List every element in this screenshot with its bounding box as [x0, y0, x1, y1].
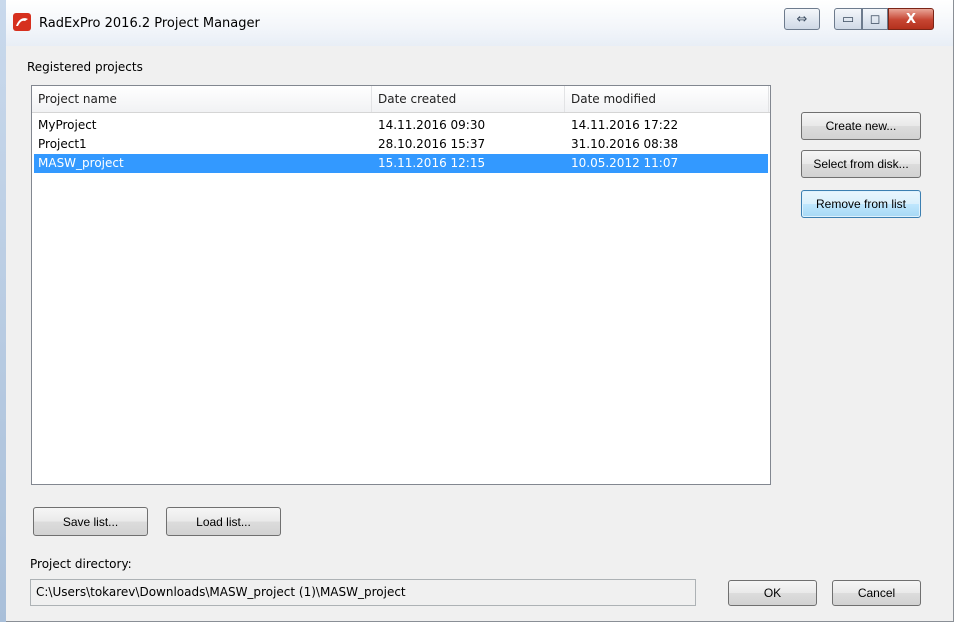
project-name-cell: Project1: [38, 137, 87, 151]
window-title: RadExPro 2016.2 Project Manager: [39, 16, 260, 31]
date-created-cell: 14.11.2016 09:30: [378, 118, 486, 132]
project-name-cell: MyProject: [38, 118, 97, 132]
projects-list-header: Project name Date created Date modified: [32, 86, 770, 113]
date-created-cell: 15.11.2016 12:15: [378, 156, 486, 170]
window-left-edge: [0, 0, 6, 622]
column-header-date-created[interactable]: Date created: [372, 86, 565, 112]
column-header-project-name[interactable]: Project name: [32, 86, 372, 112]
project-row-selected[interactable]: MASW_project 15.11.2016 12:15 10.05.2012…: [34, 154, 768, 173]
maximize-button[interactable]: ◻: [862, 8, 888, 30]
column-header-date-modified[interactable]: Date modified: [565, 86, 769, 112]
project-row[interactable]: Project1 28.10.2016 15:37 31.10.2016 08:…: [34, 135, 768, 154]
ok-button[interactable]: OK: [728, 580, 817, 606]
remove-from-list-button[interactable]: Remove from list: [801, 190, 921, 218]
save-list-button[interactable]: Save list...: [33, 507, 148, 536]
load-list-button[interactable]: Load list...: [166, 507, 281, 536]
radexpro-app-icon: [13, 13, 31, 31]
select-from-disk-button[interactable]: Select from disk...: [801, 150, 921, 178]
minimize-button[interactable]: ▭: [834, 8, 862, 30]
project-directory-label: Project directory:: [30, 557, 132, 571]
date-modified-cell: 10.05.2012 11:07: [571, 156, 679, 170]
date-modified-cell: 31.10.2016 08:38: [571, 137, 679, 151]
project-directory-field[interactable]: C:\Users\tokarev\Downloads\MASW_project …: [30, 579, 696, 606]
date-created-cell: 28.10.2016 15:37: [378, 137, 486, 151]
project-name-cell: MASW_project: [38, 156, 124, 170]
create-new-button[interactable]: Create new...: [801, 112, 921, 140]
project-row[interactable]: MyProject 14.11.2016 09:30 14.11.2016 17…: [34, 116, 768, 135]
close-button[interactable]: X: [888, 8, 934, 30]
project-manager-window: RadExPro 2016.2 Project Manager ⇔ ▭ ◻ X …: [0, 0, 954, 622]
swap-layout-icon[interactable]: ⇔: [784, 8, 820, 30]
date-modified-cell: 14.11.2016 17:22: [571, 118, 679, 132]
projects-list[interactable]: Project name Date created Date modified …: [31, 85, 771, 485]
title-bar[interactable]: RadExPro 2016.2 Project Manager ⇔ ▭ ◻ X: [6, 0, 953, 46]
cancel-button[interactable]: Cancel: [832, 580, 921, 606]
registered-projects-label: Registered projects: [27, 60, 143, 74]
